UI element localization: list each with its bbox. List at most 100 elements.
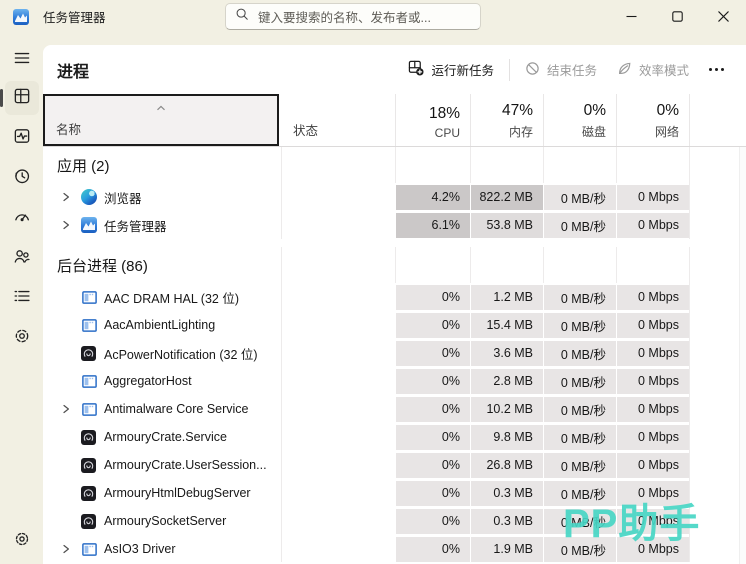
process-name: ArmouryCrate.UserSession... (104, 458, 267, 472)
column-header-cpu[interactable]: 18% CPU (395, 94, 470, 146)
run-new-task-button[interactable]: 运行新任务 (398, 54, 504, 85)
column-header-memory[interactable]: 47% 内存 (470, 94, 543, 146)
expand-chevron-icon[interactable] (61, 404, 81, 414)
armoury-app-icon (81, 458, 96, 473)
process-row[interactable]: AcPowerNotification (32 位)0%3.6 MB0 MB/秒… (43, 339, 746, 367)
status-cell (281, 451, 395, 479)
window-title: 任务管理器 (43, 7, 106, 26)
vertical-scrollbar[interactable] (739, 147, 746, 564)
sidebar-item-services[interactable] (5, 321, 39, 355)
search-input[interactable]: 键入要搜索的名称、发布者或... (225, 3, 481, 30)
process-name-cell: AggregatorHost (43, 367, 281, 395)
status-cell (281, 423, 395, 451)
task-manager-app-icon (13, 9, 29, 25)
watermark: PP助手 (563, 491, 700, 549)
toolbar: 进程 运行新任务 结束任务 (43, 45, 746, 94)
details-icon (13, 287, 31, 310)
status-cell (281, 283, 395, 311)
process-group-header[interactable]: 后台进程 (86) (43, 247, 746, 283)
sort-ascending-icon (155, 99, 167, 117)
minimize-button[interactable] (608, 0, 654, 33)
process-name: AcPowerNotification (32 位) (104, 344, 258, 363)
sidebar-item-processes[interactable] (5, 81, 39, 115)
users-icon (13, 247, 31, 270)
end-task-label: 结束任务 (547, 60, 597, 79)
disk-cell: 0 MB/秒 (543, 395, 616, 423)
process-row[interactable]: AggregatorHost0%2.8 MB0 MB/秒0 Mbps (43, 367, 746, 395)
cpu-cell: 0% (395, 507, 470, 535)
window-app-icon (81, 401, 97, 417)
expand-chevron-icon[interactable] (61, 192, 81, 202)
network-cell: 0 Mbps (616, 311, 689, 339)
task-manager-icon (81, 217, 97, 233)
memory-cell: 1.2 MB (470, 283, 543, 311)
network-cell: 0 Mbps (616, 423, 689, 451)
sidebar-item-performance[interactable] (5, 121, 39, 155)
disk-cell: 0 MB/秒 (543, 283, 616, 311)
column-header-status[interactable]: 状态 (281, 94, 395, 146)
network-cell: 0 Mbps (616, 339, 689, 367)
status-cell (281, 339, 395, 367)
column-header-network[interactable]: 0% 网络 (616, 94, 689, 146)
group-label: 应用 (2) (57, 155, 110, 176)
process-name-cell: ArmouryHtmlDebugServer (43, 479, 281, 507)
process-name: ArmourySocketServer (104, 514, 226, 528)
column-header-name[interactable]: 名称 (43, 94, 281, 146)
window-app-icon (81, 541, 97, 557)
process-name: 任务管理器 (104, 216, 167, 235)
window-controls (608, 0, 746, 33)
close-button[interactable] (700, 0, 746, 33)
cpu-cell: 0% (395, 423, 470, 451)
process-name: AggregatorHost (104, 374, 192, 388)
main-content: 进程 运行新任务 结束任务 (43, 45, 746, 564)
process-row[interactable]: AAC DRAM HAL (32 位)0%1.2 MB0 MB/秒0 Mbps (43, 283, 746, 311)
settings-icon[interactable] (5, 522, 39, 556)
status-cell (281, 395, 395, 423)
disk-cell: 0 MB/秒 (543, 423, 616, 451)
sidebar-item-startup-apps[interactable] (5, 201, 39, 235)
process-name-cell: ArmouryCrate.UserSession... (43, 451, 281, 479)
armoury-app-icon (81, 346, 96, 361)
sidebar-item-users[interactable] (5, 241, 39, 275)
cpu-column-label: CPU (435, 126, 460, 140)
cpu-cell: 0% (395, 479, 470, 507)
process-row[interactable]: ArmouryCrate.UserSession...0%26.8 MB0 MB… (43, 451, 746, 479)
process-row[interactable]: Antimalware Core Service0%10.2 MB0 MB/秒0… (43, 395, 746, 423)
expand-chevron-icon[interactable] (61, 220, 81, 230)
status-cell (281, 507, 395, 535)
memory-cell: 822.2 MB (470, 183, 543, 211)
sidebar-item-details[interactable] (5, 281, 39, 315)
toolbar-separator (509, 59, 510, 81)
disk-cell: 0 MB/秒 (543, 339, 616, 367)
process-row[interactable]: 任务管理器6.1%53.8 MB0 MB/秒0 Mbps (43, 211, 746, 239)
process-name: ArmouryHtmlDebugServer (104, 486, 251, 500)
process-row[interactable]: 浏览器4.2%822.2 MB0 MB/秒0 Mbps (43, 183, 746, 211)
memory-cell: 10.2 MB (470, 395, 543, 423)
end-task-button[interactable]: 结束任务 (515, 54, 607, 85)
window-app-icon (81, 373, 97, 389)
maximize-button[interactable] (654, 0, 700, 33)
cpu-cell: 0% (395, 535, 470, 562)
process-name-cell: AAC DRAM HAL (32 位) (43, 283, 281, 311)
efficiency-mode-button[interactable]: 效率模式 (607, 54, 699, 85)
column-header-disk[interactable]: 0% 磁盘 (543, 94, 616, 146)
armoury-app-icon (81, 430, 96, 445)
task-manager-window: 任务管理器 键入要搜索的名称、发布者或... (0, 0, 746, 564)
process-row[interactable]: ArmouryCrate.Service0%9.8 MB0 MB/秒0 Mbps (43, 423, 746, 451)
process-group-header[interactable]: 应用 (2) (43, 147, 746, 183)
menu-icon[interactable] (5, 41, 39, 75)
leaf-icon (617, 61, 632, 79)
window-app-icon (81, 317, 97, 333)
network-cell: 0 Mbps (616, 395, 689, 423)
cpu-cell: 0% (395, 311, 470, 339)
process-row[interactable]: AacAmbientLighting0%15.4 MB0 MB/秒0 Mbps (43, 311, 746, 339)
expand-chevron-icon[interactable] (61, 544, 81, 554)
cpu-cell: 0% (395, 451, 470, 479)
memory-cell: 26.8 MB (470, 451, 543, 479)
name-header-focus-box[interactable]: 名称 (43, 94, 279, 146)
services-icon (13, 327, 31, 350)
more-options-icon[interactable] (699, 62, 734, 77)
sidebar-item-app-history[interactable] (5, 161, 39, 195)
startup-apps-icon (13, 207, 31, 230)
group-label: 后台进程 (86) (57, 255, 148, 276)
